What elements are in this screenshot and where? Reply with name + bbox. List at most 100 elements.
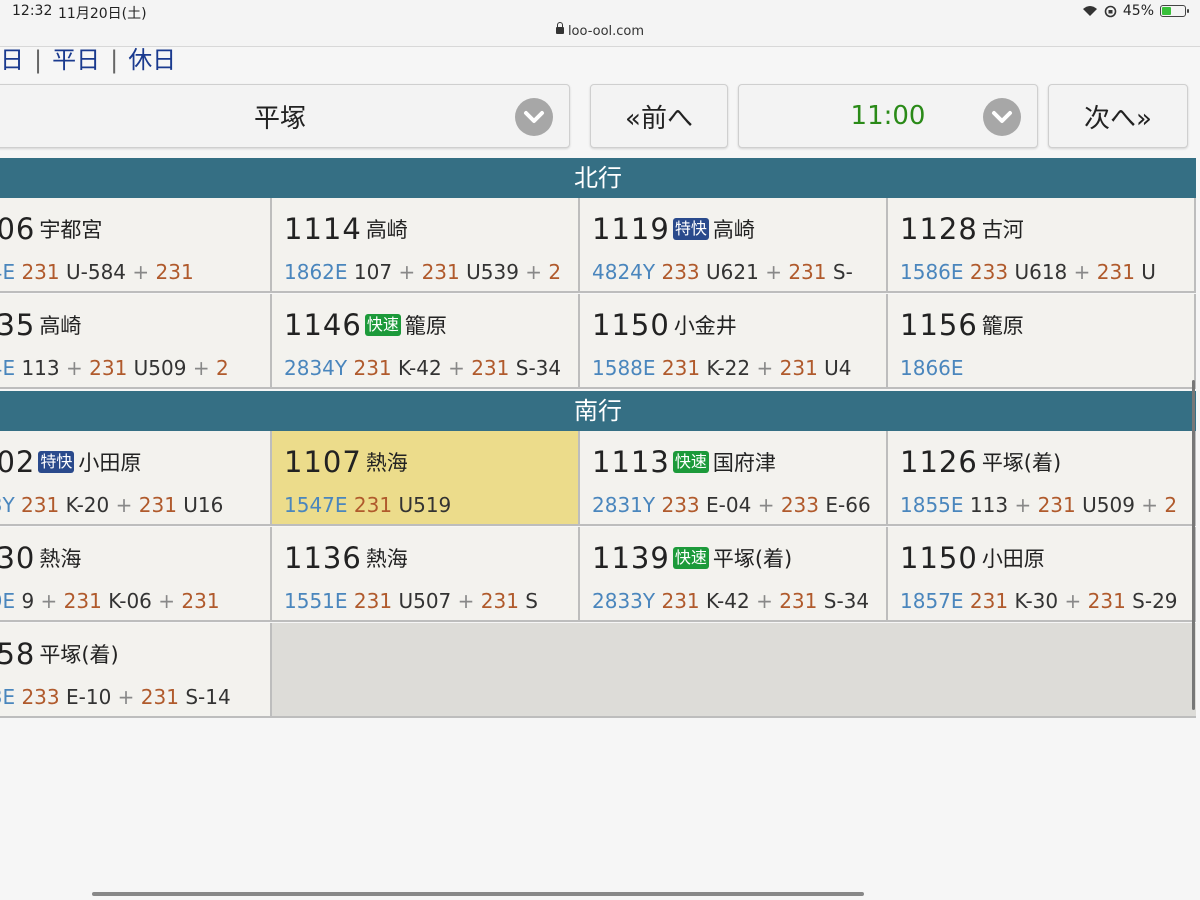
train-number: 53E (0, 685, 16, 709)
train-line-1: 102特快小田原 (0, 445, 141, 479)
train-cell[interactable]: 135高崎 64E 113 + 231 U509 + 2 (0, 294, 272, 389)
day-links: 日 | 平日 | 休日 (0, 40, 176, 75)
train-cell[interactable]: 1113 快速 国府津 2831Y 233 E-04 + 233 E-66 (580, 431, 888, 526)
unit-number: U16 (176, 493, 224, 517)
car-series: 233 (21, 685, 60, 709)
train-number: 23Y (0, 493, 15, 517)
departure-time: 1128 (900, 212, 978, 246)
car-series: 2 (1164, 493, 1178, 517)
train-number: 2834Y (284, 356, 348, 380)
section-header: 南行 (0, 391, 1196, 431)
coupling-plus: + (441, 356, 472, 380)
link-separator: | (110, 46, 119, 74)
train-line-2: 1588E 231 K-22 + 231 U4 (592, 356, 852, 380)
train-line-1: 1114 高崎 (284, 212, 408, 246)
car-series: 231 (353, 493, 393, 517)
train-cell[interactable]: 1139 快速 平塚(着) 2833Y 231 K-42 + 231 S-34 (580, 527, 888, 622)
service-type-badge: 快速 (672, 451, 709, 473)
next-button[interactable]: 次へ» (1048, 84, 1188, 148)
train-cell[interactable]: 1150 小田原 1857E 231 K-30 + 231 S-29 (888, 527, 1196, 622)
url-bar[interactable]: loo-ool.com (0, 22, 1200, 47)
destination: 熱海 (39, 547, 82, 571)
departure-time: 1107 (284, 445, 362, 479)
train-number: 1862E (284, 260, 348, 284)
train-cell[interactable]: 1146 快速 籠原 2834Y 231 K-42 + 231 S-34 (272, 294, 580, 389)
prev-button[interactable]: «前へ (590, 84, 728, 148)
service-type-badge: 快速 (672, 547, 709, 569)
train-number: 1586E (900, 260, 964, 284)
rotation-lock-icon (1104, 5, 1117, 17)
lock-icon (555, 22, 564, 34)
unit-number: K-42 (699, 589, 750, 613)
car-series: 231 (1037, 493, 1076, 517)
train-cell[interactable]: 102特快小田原 23Y 231 K-20 + 231 U16 (0, 431, 272, 526)
train-line-2: 4824Y 233 U621 + 231 S- (592, 260, 853, 284)
day-link-sunday[interactable]: 日 (0, 46, 24, 74)
destination: 高崎 (39, 314, 82, 338)
train-cell[interactable]: 1150 小金井 1588E 231 K-22 + 231 U4 (580, 294, 888, 389)
train-line-2: 64E 113 + 231 U509 + 2 (0, 356, 229, 380)
train-cell[interactable]: 1156 籠原 1866E (888, 294, 1196, 389)
unit-number: K-20 (59, 493, 110, 517)
destination: 小金井 (673, 314, 737, 338)
time-select[interactable]: 11:00 (738, 84, 1038, 148)
destination: 高崎 (712, 218, 755, 242)
car-series: 231 (471, 356, 510, 380)
train-line-2: 49E 9 + 231 K-06 + 231 (0, 589, 220, 613)
departure-time: 158 (0, 637, 36, 671)
unit-number: 9 (21, 589, 35, 613)
train-cell[interactable]: 1114 高崎 1862E 107 + 231 U539 + 2 (272, 198, 580, 293)
unit-number: U621 (699, 260, 759, 284)
departure-time: 102 (0, 445, 36, 479)
car-series: 231 (1096, 260, 1135, 284)
train-line-1: 1119 特快 高崎 (592, 212, 755, 246)
train-line-1: 130熱海 (0, 541, 81, 575)
train-number: 1857E (900, 589, 964, 613)
unit-number: U519 (392, 493, 452, 517)
unit-number: U509 (127, 356, 187, 380)
station-select[interactable]: 平塚 (0, 84, 570, 148)
train-line-1: 1113 快速 国府津 (592, 445, 776, 479)
train-line-1: 1150 小金井 (592, 308, 737, 342)
train-cell[interactable]: 1107 熱海 1547E 231 U519 (272, 431, 580, 526)
unit-number: K-22 (700, 356, 751, 380)
train-cell[interactable]: 158平塚(着) 53E 233 E-10 + 231 S-14 (0, 623, 272, 718)
unit-number: E-10 (59, 685, 112, 709)
car-series: 231 (63, 589, 102, 613)
destination: 熱海 (365, 547, 408, 571)
train-number: 1551E (284, 589, 348, 613)
train-cell[interactable]: 106宇都宮 84E 231 U-584 + 231 (0, 198, 272, 293)
train-cell[interactable]: 1136 熱海 1551E 231 U507 + 231 S (272, 527, 580, 622)
unit-number: 113 (969, 493, 1009, 517)
train-cell[interactable]: 1126 平塚(着) 1855E 113 + 231 U509 + 2 (888, 431, 1196, 526)
day-link-weekday[interactable]: 平日 (52, 46, 100, 74)
train-cell[interactable]: 1128 古河 1586E 233 U618 + 231 U (888, 198, 1196, 293)
vertical-scrollbar[interactable] (1192, 380, 1195, 710)
timetable-grid: 106宇都宮84E 231 U-584 + 2311114高崎1862E 107… (0, 198, 1196, 390)
empty-cell (272, 623, 1196, 718)
train-number: 1866E (900, 356, 964, 380)
car-series: 231 (353, 589, 393, 613)
departure-time: 1113 (592, 445, 670, 479)
train-line-1: 158平塚(着) (0, 637, 119, 671)
unit-number: K-42 (391, 356, 442, 380)
destination: 小田原 (78, 451, 142, 475)
unit-number: K-30 (1008, 589, 1059, 613)
train-number: 2831Y (592, 493, 656, 517)
train-line-1: 1146 快速 籠原 (284, 308, 447, 342)
train-number: 1547E (284, 493, 348, 517)
train-line-2: 1866E (900, 356, 964, 380)
coupling-plus: + (451, 589, 481, 613)
train-line-2: 23Y 231 K-20 + 231 U16 (0, 493, 223, 517)
departure-time: 106 (0, 212, 36, 246)
train-number: 49E (0, 589, 16, 613)
unit-number: U539 (459, 260, 519, 284)
train-cell[interactable]: 130熱海 49E 9 + 231 K-06 + 231 (0, 527, 272, 622)
car-series: 231 (21, 260, 60, 284)
coupling-plus: + (186, 356, 216, 380)
car-series: 231 (1087, 589, 1126, 613)
car-series: 231 (21, 493, 60, 517)
train-line-2: 1857E 231 K-30 + 231 S-29 (900, 589, 1178, 613)
train-cell[interactable]: 1119 特快 高崎 4824Y 233 U621 + 231 S- (580, 198, 888, 293)
day-link-holiday[interactable]: 休日 (128, 46, 176, 74)
